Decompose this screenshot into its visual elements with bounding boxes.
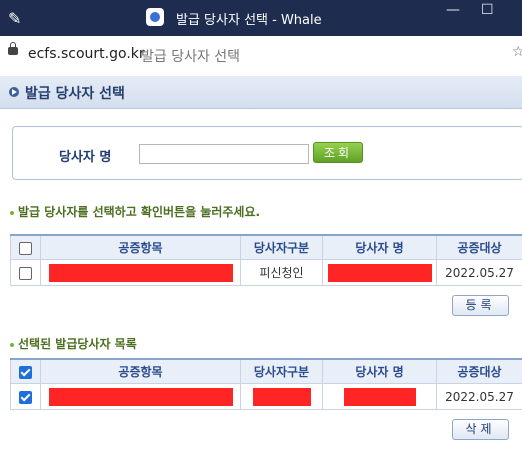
window-title: 발급 당사자 선택 - Whale (176, 13, 322, 28)
party-table: 공증항목 당사자구분 당사자 명 공증대상 피신청인 2022.05.27 (10, 234, 522, 286)
redacted-item (48, 263, 233, 282)
instruction-label: 발급 당사자를 선택하고 확인버튼을 눌러주세요. (18, 205, 261, 219)
party-type-cell (240, 383, 323, 410)
column-header: 공증대상 (436, 358, 522, 384)
circle-arrow-icon (9, 87, 19, 97)
party-name-cell (322, 259, 437, 286)
selected-party-table: 공증항목 당사자구분 당사자 명 공증대상 2022.05.27 (10, 358, 522, 410)
party-name-input[interactable] (139, 144, 309, 164)
redacted-name (327, 263, 432, 282)
table-header-row: 공증항목 당사자구분 당사자 명 공증대상 (10, 234, 522, 260)
star-icon[interactable]: ☆ (512, 44, 522, 60)
table-row[interactable]: 피신청인 2022.05.27 (10, 259, 522, 286)
maximize-icon[interactable]: ☐ (481, 2, 494, 18)
redacted-item (48, 387, 233, 406)
column-header: 공증항목 (40, 358, 241, 384)
column-header: 공증대상 (436, 234, 522, 260)
redacted-name (343, 387, 416, 406)
item-cell (40, 383, 241, 410)
select-all-cell[interactable] (10, 358, 41, 384)
search-button[interactable]: 조회 (313, 142, 363, 163)
row-checkbox-cell[interactable] (10, 259, 41, 286)
row-checkbox[interactable] (19, 390, 32, 404)
column-header: 당사자 명 (322, 234, 437, 260)
selected-list-title: 선택된 발급당사자 목록 (10, 335, 137, 352)
page-header: 발급 당사자 선택 (0, 76, 522, 109)
date-cell: 2022.05.27 (436, 383, 522, 410)
search-panel: 당사자 명 조회 (12, 126, 522, 180)
instruction-text: 발급 당사자를 선택하고 확인버튼을 눌러주세요. (10, 203, 260, 220)
pin-icon[interactable]: ✎ (8, 9, 21, 28)
column-header: 당사자구분 (240, 358, 323, 384)
bullet-icon (10, 210, 14, 215)
address-bar[interactable]: ecfs.scourt.go.kr 발급 당사자 선택 ☆ (0, 36, 522, 77)
page-title: 발급 당사자 선택 (25, 86, 125, 102)
row-checkbox-cell[interactable] (10, 383, 41, 410)
url-text[interactable]: ecfs.scourt.go.kr (28, 46, 145, 62)
select-all-cell[interactable] (10, 234, 41, 260)
selected-list-label: 선택된 발급당사자 목록 (18, 337, 137, 351)
column-header: 당사자 명 (322, 358, 437, 384)
item-cell (40, 259, 241, 286)
search-label: 당사자 명 (59, 150, 112, 165)
delete-button[interactable]: 삭제 (452, 419, 509, 440)
redacted-party-type (252, 387, 311, 406)
register-button[interactable]: 등록 (452, 295, 509, 316)
select-all-checkbox[interactable] (19, 241, 32, 255)
date-cell: 2022.05.27 (436, 259, 522, 286)
party-name-cell (322, 383, 437, 410)
page-title-text: 발급 당사자 선택 (141, 49, 241, 65)
party-type-cell: 피신청인 (240, 259, 323, 286)
table-row[interactable]: 2022.05.27 (10, 383, 522, 410)
bullet-icon (10, 342, 14, 347)
lock-icon (8, 42, 18, 55)
row-checkbox[interactable] (19, 266, 32, 280)
column-header: 당사자구분 (240, 234, 323, 260)
title-bar: ✎ 발급 당사자 선택 - Whale — ☐ (0, 0, 522, 36)
whale-app-icon (146, 8, 164, 26)
table-header-row: 공증항목 당사자구분 당사자 명 공증대상 (10, 358, 522, 384)
column-header: 공증항목 (40, 234, 241, 260)
minimize-icon[interactable]: — (446, 2, 460, 18)
select-all-checkbox[interactable] (19, 365, 32, 379)
